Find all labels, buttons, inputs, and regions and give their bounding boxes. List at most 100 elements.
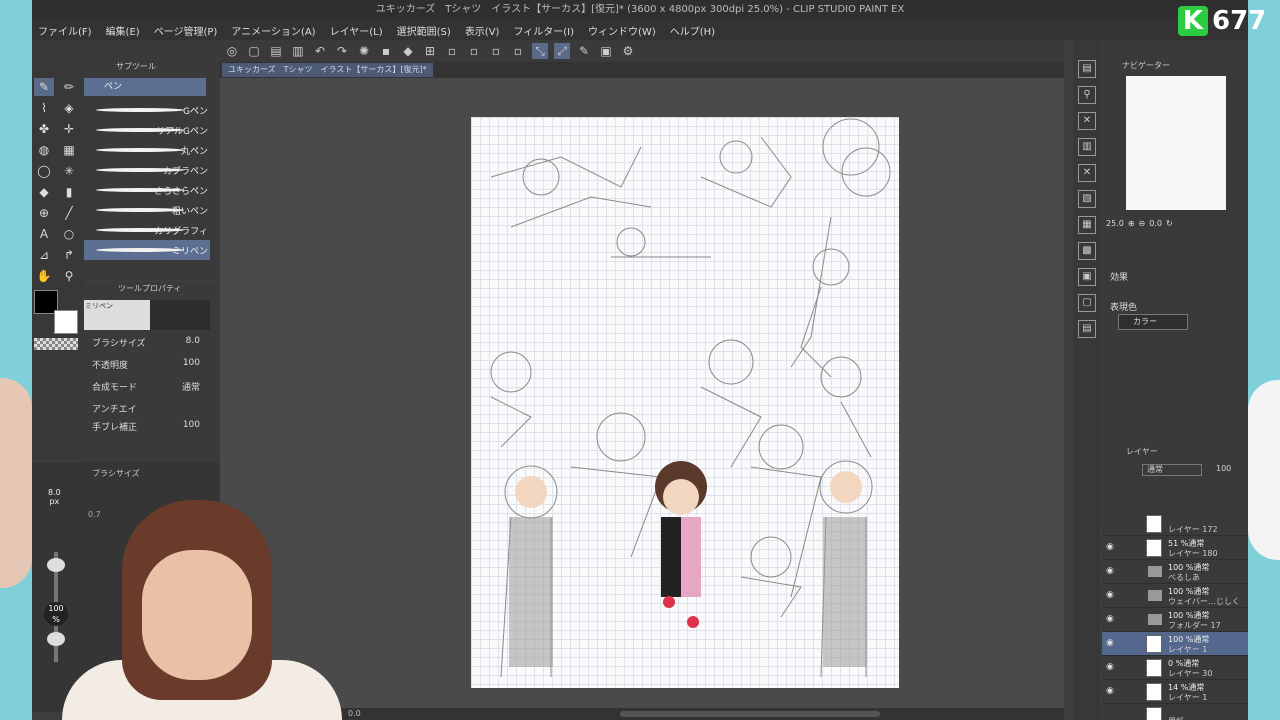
decoration-tool-icon[interactable]: ✤ xyxy=(34,120,54,138)
visibility-icon[interactable]: ◉ xyxy=(1106,566,1114,576)
menu-edit[interactable]: 編集(E) xyxy=(106,23,140,38)
new-file-icon[interactable]: ▢ xyxy=(246,43,262,59)
line-tool-icon[interactable]: ╱ xyxy=(59,204,79,222)
menu-window[interactable]: ウィンドウ(W) xyxy=(588,23,656,38)
clear-icon[interactable]: ▪ xyxy=(378,43,394,59)
canvas-area[interactable] xyxy=(220,78,1064,708)
menu-filter[interactable]: フィルター(I) xyxy=(513,23,574,38)
loading-icon[interactable]: ✺ xyxy=(356,43,372,59)
search-icon[interactable]: ⚲ xyxy=(1078,86,1096,104)
visibility-icon[interactable]: ◉ xyxy=(1106,638,1114,648)
material-panel-icon[interactable]: ▤ xyxy=(1078,60,1096,78)
history-icon[interactable]: ▥ xyxy=(1078,138,1096,156)
snap-active-icon-2[interactable]: ⤢ xyxy=(554,43,570,59)
layer-row-selected[interactable]: ◉ 100 %通常 レイヤー 1 xyxy=(1102,632,1248,656)
stabilization-row[interactable]: 手ブレ補正 100 xyxy=(92,420,212,434)
ellipse-tool-icon[interactable]: ○ xyxy=(59,225,79,243)
zoom-out-icon[interactable]: ⊖ xyxy=(1139,219,1146,228)
transparent-color-swatch[interactable] xyxy=(34,338,78,350)
layer-row[interactable]: ◉ 14 %通常 レイヤー 1 xyxy=(1102,680,1248,704)
navigator-zoom[interactable]: 25.0 xyxy=(1106,219,1124,228)
layer-row[interactable]: 用紙 xyxy=(1102,704,1248,720)
menu-selection[interactable]: 選択範囲(S) xyxy=(397,23,451,38)
magic-wand-icon[interactable]: ✳ xyxy=(59,162,79,180)
snap-special-icon[interactable]: ▫ xyxy=(510,43,526,59)
close-icon[interactable]: ✕ xyxy=(1078,112,1096,130)
app-icon[interactable]: ◎ xyxy=(224,43,240,59)
layer-row[interactable]: ◉ 100 %通常 ウェイバー…じしく xyxy=(1102,584,1248,608)
brush-item[interactable]: さらさらペン xyxy=(84,180,210,200)
layer-property-icon[interactable]: ▦ xyxy=(1078,216,1096,234)
move-tool-icon[interactable]: ✛ xyxy=(59,120,79,138)
search-layer-icon[interactable]: ▤ xyxy=(1078,320,1096,338)
horizontal-scrollbar[interactable] xyxy=(620,711,880,717)
layer-row[interactable]: ◉ 51 %通常 レイヤー 180 xyxy=(1102,536,1248,560)
antialias-row[interactable]: アンチエイ xyxy=(92,402,212,416)
zoom-in-icon[interactable]: ⊕ xyxy=(1128,219,1135,228)
brush-item[interactable]: 粗いペン xyxy=(84,200,210,220)
sub-color-swatch[interactable] xyxy=(54,310,78,334)
undo-icon[interactable]: ↶ xyxy=(312,43,328,59)
layer-row[interactable]: レイヤー 172 xyxy=(1102,512,1248,536)
brush-tool-icon[interactable]: ⌇ xyxy=(34,99,54,117)
menu-layer[interactable]: レイヤー(L) xyxy=(330,23,383,38)
subtool-group-tab[interactable]: ペン xyxy=(84,78,206,96)
navigator-rotate[interactable]: 0.0 xyxy=(1149,219,1162,228)
expression-color-select[interactable]: カラー xyxy=(1118,314,1188,330)
color-set-icon[interactable]: ▩ xyxy=(1078,242,1096,260)
pen-settings-icon[interactable]: ✎ xyxy=(576,43,592,59)
gradient-tool-icon[interactable]: ▮ xyxy=(59,183,79,201)
snap-icon[interactable]: ▫ xyxy=(444,43,460,59)
menu-animation[interactable]: アニメーション(A) xyxy=(231,23,315,38)
snap-ruler-icon[interactable]: ▫ xyxy=(466,43,482,59)
canvas-paper[interactable] xyxy=(471,117,899,688)
document-tab[interactable]: ユキッカーズ Tシャツ イラスト【サーカス】[復元]* xyxy=(222,63,433,77)
menu-view[interactable]: 表示(V) xyxy=(465,23,500,38)
brush-item[interactable]: カリグラフィ xyxy=(84,220,210,240)
visibility-icon[interactable]: ◉ xyxy=(1106,542,1114,552)
open-file-icon[interactable]: ▤ xyxy=(268,43,284,59)
snap-grid-icon[interactable]: ▫ xyxy=(488,43,504,59)
layer-row[interactable]: ◉ 0 %通常 レイヤー 30 xyxy=(1102,656,1248,680)
visibility-icon[interactable]: ◉ xyxy=(1106,686,1114,696)
lasso-tool-icon[interactable]: ◯ xyxy=(34,162,54,180)
layer-blend-mode-select[interactable]: 通常 xyxy=(1142,464,1202,476)
sub-view-icon[interactable]: ▣ xyxy=(1078,268,1096,286)
hand-tool-icon[interactable]: ✋ xyxy=(34,267,54,285)
menu-help[interactable]: ヘルプ(H) xyxy=(670,23,715,38)
visibility-icon[interactable]: ◉ xyxy=(1106,590,1114,600)
zoom-tool-icon[interactable]: ⊕ xyxy=(34,204,54,222)
close-icon-2[interactable]: ✕ xyxy=(1078,164,1096,182)
brush-item[interactable]: Gペン xyxy=(84,100,210,120)
info-icon[interactable]: ▢ xyxy=(1078,294,1096,312)
settings-icon[interactable]: ⚙ xyxy=(620,43,636,59)
object-tool-icon[interactable]: ⊿ xyxy=(34,246,54,264)
text-tool-icon[interactable]: A xyxy=(34,225,54,243)
material-icon[interactable]: ▣ xyxy=(598,43,614,59)
brush-item-selected[interactable]: ミリペン xyxy=(84,240,210,260)
brush-size-row[interactable]: ブラシサイズ 8.0 xyxy=(92,336,212,350)
redo-icon[interactable]: ↷ xyxy=(334,43,350,59)
transform-icon[interactable]: ⊞ xyxy=(422,43,438,59)
brush-item[interactable]: 丸ペン xyxy=(84,140,210,160)
opacity-row[interactable]: 不透明度 100 xyxy=(92,358,212,372)
blend-mode-row[interactable]: 合成モード 通常 xyxy=(92,380,212,394)
menu-page[interactable]: ページ管理(P) xyxy=(154,23,218,38)
rotate-icon[interactable]: ↻ xyxy=(1166,219,1173,228)
brush-item[interactable]: リアルGペン xyxy=(84,120,210,140)
layer-row[interactable]: ◉ 100 %通常 べるしあ xyxy=(1102,560,1248,584)
pen-tool-icon[interactable]: ✎ xyxy=(34,78,54,96)
bucket-tool-icon[interactable]: ◆ xyxy=(34,183,54,201)
layer-opacity-value[interactable]: 100 xyxy=(1216,464,1231,473)
fill-icon[interactable]: ◆ xyxy=(400,43,416,59)
eraser-tool-icon[interactable]: ◈ xyxy=(59,99,79,117)
visibility-icon[interactable]: ◉ xyxy=(1106,662,1114,672)
image-icon[interactable]: ▧ xyxy=(1078,190,1096,208)
brush-item[interactable]: カブラペン xyxy=(84,160,210,180)
layer-row[interactable]: ◉ 100 %通常 フォルダー 17 xyxy=(1102,608,1248,632)
ruler-tool-icon[interactable]: ↱ xyxy=(59,246,79,264)
frame-tool-icon[interactable]: ▦ xyxy=(59,141,79,159)
navigator-thumbnail[interactable] xyxy=(1126,76,1226,210)
save-icon[interactable]: ▥ xyxy=(290,43,306,59)
visibility-icon[interactable]: ◉ xyxy=(1106,614,1114,624)
